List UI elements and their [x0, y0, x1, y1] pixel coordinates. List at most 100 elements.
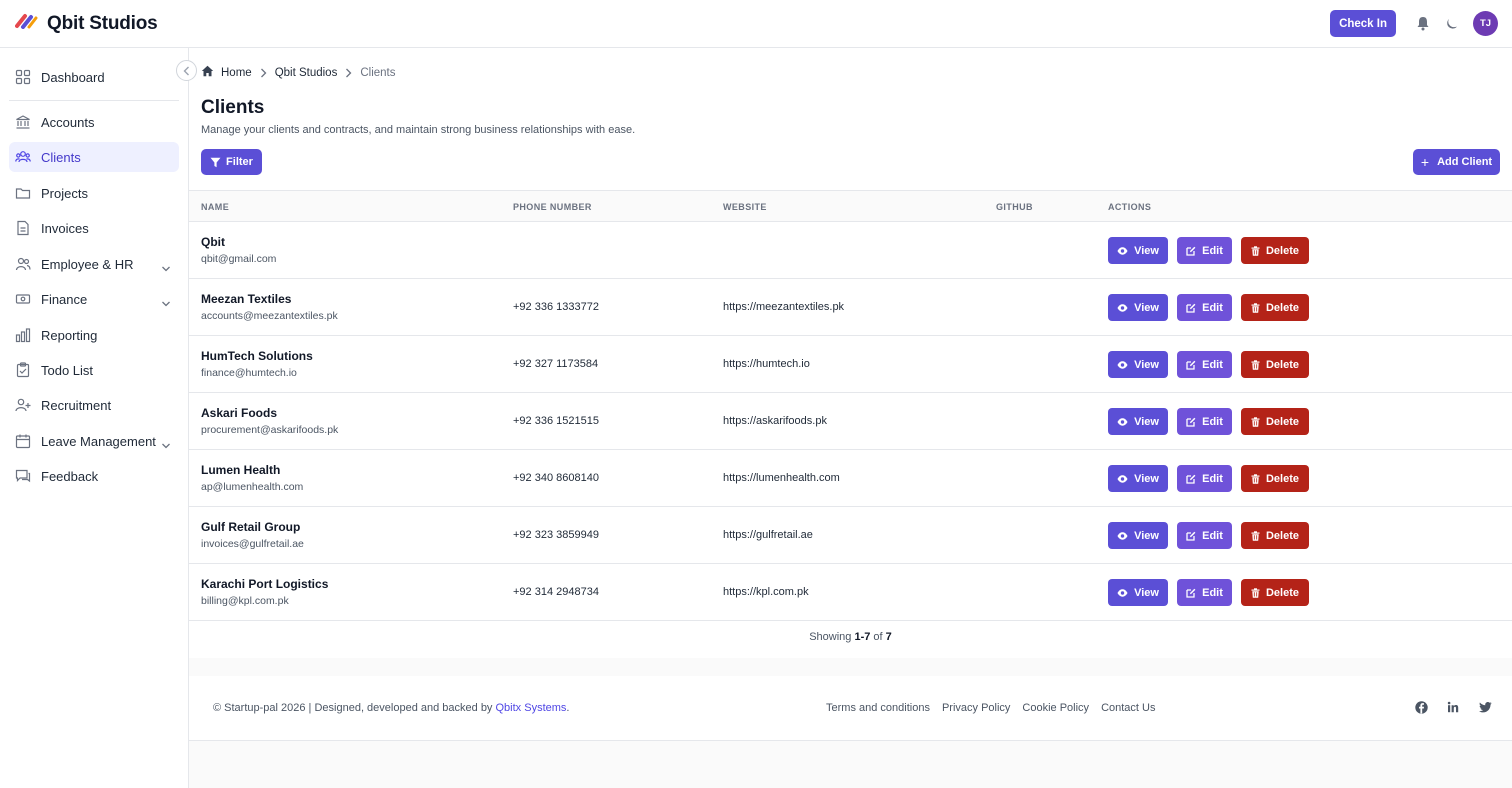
delete-button[interactable]: Delete: [1241, 465, 1309, 492]
header-name[interactable]: NAME: [201, 202, 229, 212]
client-name[interactable]: Askari Foods: [201, 406, 277, 420]
edit-button[interactable]: Edit: [1177, 294, 1232, 321]
sidebar-item-accounts[interactable]: Accounts: [9, 107, 179, 137]
edit-button[interactable]: Edit: [1177, 351, 1232, 378]
edit-button[interactable]: Edit: [1177, 522, 1232, 549]
view-button[interactable]: View: [1108, 408, 1168, 435]
edit-label: Edit: [1202, 244, 1223, 257]
client-email: invoices@gulfretail.ae: [201, 538, 304, 550]
client-website[interactable]: https://lumenhealth.com: [723, 472, 840, 484]
delete-label: Delete: [1265, 529, 1300, 542]
sidebar-item-finance[interactable]: Finance: [9, 284, 179, 314]
delete-button[interactable]: Delete: [1241, 237, 1309, 264]
client-name[interactable]: Meezan Textiles: [201, 292, 291, 306]
linkedin-icon[interactable]: [1446, 700, 1460, 714]
client-website[interactable]: https://humtech.io: [723, 358, 810, 370]
sidebar-item-label: Recruitment: [41, 397, 112, 413]
chevron-down-icon[interactable]: [161, 295, 171, 307]
delete-button[interactable]: Delete: [1241, 579, 1309, 606]
sidebar-item-dashboard[interactable]: Dashboard: [9, 62, 179, 92]
facebook-icon[interactable]: [1414, 700, 1428, 714]
collapse-sidebar-button[interactable]: [176, 60, 197, 81]
client-website[interactable]: https://meezantextiles.pk: [723, 301, 844, 313]
view-button[interactable]: View: [1108, 579, 1168, 606]
view-button[interactable]: View: [1108, 522, 1168, 549]
delete-button[interactable]: Delete: [1241, 294, 1309, 321]
sidebar-item-recruitment[interactable]: Recruitment: [9, 390, 179, 420]
home-icon[interactable]: [201, 65, 214, 80]
delete-button[interactable]: Delete: [1241, 408, 1309, 435]
sidebar-item-leave-management[interactable]: Leave Management: [9, 426, 179, 456]
twitter-icon[interactable]: [1478, 700, 1492, 714]
eye-icon: [1117, 531, 1128, 540]
delete-button[interactable]: Delete: [1241, 522, 1309, 549]
dashboard-icon: [15, 69, 31, 85]
client-name[interactable]: Gulf Retail Group: [201, 520, 300, 534]
view-label: View: [1134, 244, 1159, 257]
showing-of: of: [873, 631, 883, 643]
table-row[interactable]: HumTech Solutions finance@humtech.io +92 3…: [189, 336, 1512, 393]
company-link[interactable]: Qbitx Systems: [496, 702, 567, 714]
edit-button[interactable]: Edit: [1177, 465, 1232, 492]
chevron-down-icon[interactable]: [161, 437, 171, 449]
contact-link[interactable]: Contact Us: [1101, 702, 1155, 714]
header-phone[interactable]: PHONE NUMBER: [513, 202, 592, 212]
edit-icon: [1186, 360, 1196, 370]
client-phone: +92 327 1173584: [513, 358, 599, 370]
moon-icon[interactable]: [1443, 15, 1461, 33]
edit-button[interactable]: Edit: [1177, 408, 1232, 435]
avatar[interactable]: TJ: [1473, 11, 1498, 36]
delete-button[interactable]: Delete: [1241, 351, 1309, 378]
sidebar-item-feedback[interactable]: Feedback: [9, 461, 179, 491]
view-button[interactable]: View: [1108, 294, 1168, 321]
plus-icon: +: [1420, 154, 1430, 170]
sidebar-item-todo-list[interactable]: Todo List: [9, 355, 179, 385]
view-button[interactable]: View: [1108, 465, 1168, 492]
filter-label: Filter: [226, 156, 253, 168]
table-row[interactable]: Gulf Retail Group invoices@gulfretail.ae +…: [189, 507, 1512, 564]
chevron-down-icon[interactable]: [161, 260, 171, 272]
terms-link[interactable]: Terms and conditions: [826, 702, 930, 714]
sidebar-item-clients[interactable]: Clients: [9, 142, 179, 172]
privacy-link[interactable]: Privacy Policy: [942, 702, 1010, 714]
edit-button[interactable]: Edit: [1177, 237, 1232, 264]
document-icon: [15, 220, 31, 236]
table-row[interactable]: Meezan Textiles accounts@meezantextiles.p…: [189, 279, 1512, 336]
sidebar-item-projects[interactable]: Projects: [9, 178, 179, 208]
view-button[interactable]: View: [1108, 237, 1168, 264]
cookie-link[interactable]: Cookie Policy: [1022, 702, 1089, 714]
edit-button[interactable]: Edit: [1177, 579, 1232, 606]
add-client-button[interactable]: + Add Client: [1413, 149, 1500, 175]
header-github[interactable]: GITHUB: [996, 202, 1033, 212]
client-name[interactable]: Lumen Health: [201, 463, 280, 477]
table-row[interactable]: Lumen Health ap@lumenhealth.com +92 340 86…: [189, 450, 1512, 507]
filter-button[interactable]: Filter: [201, 149, 262, 175]
table-row[interactable]: Askari Foods procurement@askarifoods.pk +9…: [189, 393, 1512, 450]
sidebar-item-invoices[interactable]: Invoices: [9, 213, 179, 243]
table-row[interactable]: Qbit qbit@gmail.com View Edit Delete: [189, 222, 1512, 279]
table-body: Qbit qbit@gmail.com View Edit Delete Meezan T…: [189, 222, 1512, 621]
sidebar-item-label: Dashboard: [41, 69, 105, 85]
row-actions: View Edit Delete: [1108, 294, 1318, 321]
bell-icon[interactable]: [1414, 15, 1432, 33]
client-name[interactable]: Karachi Port Logistics: [201, 577, 328, 591]
sidebar-item-label: Feedback: [41, 468, 99, 484]
check-in-button[interactable]: Check In: [1330, 10, 1396, 37]
brand[interactable]: Qbit Studios: [15, 13, 158, 35]
client-website[interactable]: https://kpl.com.pk: [723, 586, 809, 598]
client-website[interactable]: https://askarifoods.pk: [723, 415, 827, 427]
clients-panel: Home Qbit Studios Clients Clients Manage…: [189, 48, 1512, 658]
client-name[interactable]: HumTech Solutions: [201, 349, 313, 363]
breadcrumb-parent[interactable]: Qbit Studios: [275, 67, 338, 79]
client-phone: +92 323 3859949: [513, 529, 599, 541]
breadcrumb-home[interactable]: Home: [221, 67, 252, 79]
edit-label: Edit: [1202, 529, 1223, 542]
client-name[interactable]: Qbit: [201, 235, 225, 249]
client-email: finance@humtech.io: [201, 367, 297, 379]
client-website[interactable]: https://gulfretail.ae: [723, 529, 813, 541]
table-row[interactable]: Karachi Port Logistics billing@kpl.com.pk…: [189, 564, 1512, 621]
sidebar-item-reporting[interactable]: Reporting: [9, 320, 179, 350]
view-button[interactable]: View: [1108, 351, 1168, 378]
header-website[interactable]: WEBSITE: [723, 202, 767, 212]
sidebar-item-employee-hr[interactable]: Employee & HR: [9, 249, 179, 279]
